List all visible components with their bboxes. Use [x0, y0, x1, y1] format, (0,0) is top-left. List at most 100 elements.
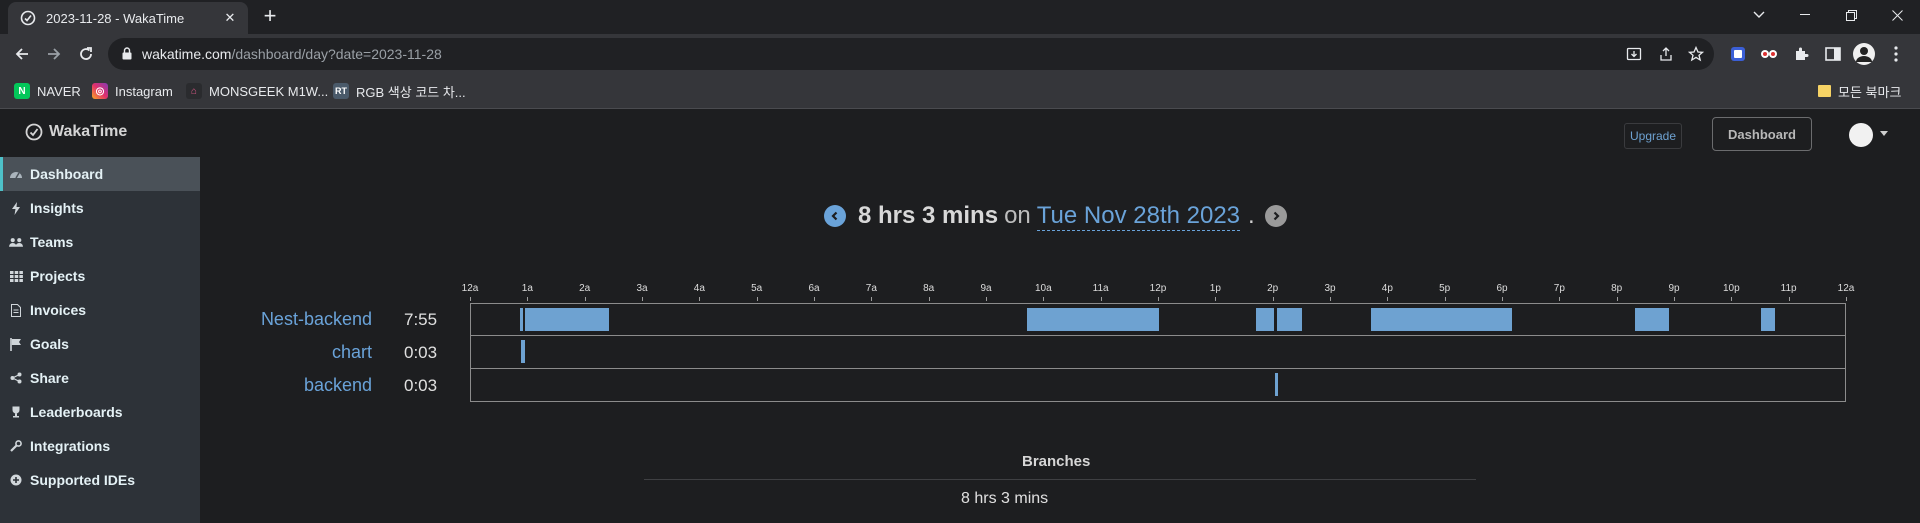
rgb-icon: RT — [333, 83, 349, 99]
logo-text: WakaTime — [49, 123, 128, 140]
chevron-down-icon[interactable] — [1880, 131, 1888, 136]
x-tick-mark — [1731, 297, 1733, 301]
x-tick-mark — [871, 297, 873, 301]
minimize-icon[interactable] — [1782, 0, 1828, 30]
wakatime-logo-icon — [25, 123, 43, 141]
close-window-icon[interactable] — [1874, 0, 1920, 30]
sidebar-item-integrations[interactable]: Integrations — [0, 429, 200, 463]
project-link[interactable]: backend — [0, 375, 372, 396]
sidebar-item-label: Insights — [30, 200, 84, 216]
x-tick-label: 5p — [1439, 283, 1451, 294]
project-timeline-chart: 12a 1a 2a 3a 4a 5a 6a 7a 8a 9a 10a 11a 12p 1p 2p 3p 4p 5p… — [0, 280, 1920, 410]
instagram-icon: ◎ — [92, 83, 108, 99]
session-bar[interactable] — [1634, 308, 1670, 331]
restore-icon[interactable] — [1828, 0, 1874, 30]
sidebar-item-dashboard[interactable]: Dashboard — [0, 157, 200, 191]
extensions-puzzle-icon[interactable] — [1790, 43, 1812, 65]
x-tick-label: 7p — [1553, 283, 1565, 294]
browser-tab[interactable]: 2023-11-28 - WakaTime ✕ — [8, 2, 248, 34]
branches-total: 8 hrs 3 mins — [961, 490, 1049, 507]
project-link[interactable]: chart — [0, 342, 372, 363]
bookmark-label: 모든 북마크 — [1838, 84, 1902, 100]
project-link[interactable]: Nest-backend — [0, 309, 372, 330]
x-tick-label: 9a — [980, 283, 992, 294]
wakatime-logo[interactable]: WakaTime — [25, 123, 127, 141]
sidebar-item-label: Teams — [30, 234, 74, 250]
sidebar-item-teams[interactable]: Teams — [0, 225, 200, 259]
x-tick-label: 2p — [1267, 283, 1279, 294]
install-app-icon[interactable] — [1626, 46, 1642, 62]
x-tick-label: 4p — [1381, 283, 1393, 294]
session-bar[interactable] — [519, 308, 523, 331]
extension-glasses-icon[interactable] — [1758, 43, 1780, 65]
timeline-lane — [470, 369, 1846, 402]
x-tick-label: 11a — [1092, 283, 1109, 294]
x-tick-label: 6p — [1496, 283, 1508, 294]
session-bar[interactable] — [1371, 308, 1512, 331]
user-avatar[interactable] — [1849, 123, 1873, 147]
browser-toolbar: wakatime.com/dashboard/day?date=2023-11-… — [0, 34, 1920, 74]
x-tick-label: 11p — [1780, 283, 1797, 294]
upgrade-button[interactable]: Upgrade — [1624, 123, 1682, 149]
x-tick-mark — [1330, 297, 1331, 301]
x-tick-label: 3p — [1324, 283, 1336, 294]
session-bar[interactable] — [1256, 308, 1274, 331]
x-tick-label: 10a — [1034, 283, 1052, 294]
tab-search-icon[interactable] — [1736, 0, 1782, 30]
x-tick-label: 5a — [751, 283, 763, 294]
next-day-icon[interactable] — [1264, 205, 1287, 227]
x-tick-mark — [756, 297, 758, 301]
monsgeek-icon: ⌂ — [186, 83, 202, 99]
x-tick-mark — [584, 297, 586, 301]
bookmark-instagram[interactable]: ◎ Instagram — [92, 82, 173, 100]
extension-shield-icon[interactable] — [1727, 43, 1749, 65]
url-text: wakatime.com/dashboard/day?date=2023-11-… — [142, 46, 442, 62]
session-bar[interactable] — [1274, 373, 1278, 396]
bookmark-monsgeek[interactable]: ⌂ MONSGEEK M1W... — [186, 82, 328, 100]
x-tick-mark — [699, 297, 701, 301]
session-bar[interactable] — [521, 340, 526, 363]
x-tick-label: 7a — [865, 283, 877, 294]
bookmark-naver[interactable]: N NAVER — [14, 82, 81, 100]
bookmark-label: MONSGEEK M1W... — [209, 83, 329, 99]
x-tick-mark — [1846, 297, 1847, 301]
bookmark-label: Instagram — [115, 83, 173, 99]
side-panel-icon[interactable] — [1822, 43, 1844, 65]
bookmark-rgb[interactable]: RT RGB 색상 코드 차... — [333, 82, 466, 100]
session-bar[interactable] — [1027, 308, 1159, 331]
sidebar-item-supported-ides[interactable]: Supported IDEs — [0, 463, 200, 497]
address-bar[interactable]: wakatime.com/dashboard/day?date=2023-11-… — [108, 38, 1714, 70]
session-bar[interactable] — [1276, 308, 1303, 331]
session-bar[interactable] — [525, 308, 609, 331]
reload-icon[interactable] — [74, 42, 98, 66]
dashboard-button[interactable]: Dashboard — [1712, 117, 1812, 151]
close-tab-icon[interactable]: ✕ — [222, 10, 238, 26]
x-tick-label: 10p — [1722, 283, 1740, 294]
all-bookmarks-folder[interactable]: 모든 북마크 — [1818, 82, 1901, 100]
back-icon[interactable] — [10, 42, 34, 66]
previous-day-icon[interactable] — [824, 205, 846, 227]
date-picker-link[interactable]: Tue Nov 28th 2023 — [1036, 202, 1241, 231]
dashboard-icon — [9, 167, 23, 181]
share-page-icon[interactable] — [1658, 46, 1674, 62]
x-tick-label: 8p — [1611, 283, 1623, 294]
period-text: . — [1248, 202, 1255, 229]
bookmark-star-icon[interactable] — [1688, 46, 1704, 62]
x-tick-mark — [1272, 297, 1274, 301]
x-tick-mark — [986, 297, 987, 301]
new-tab-icon[interactable]: + — [258, 4, 282, 28]
forward-icon[interactable] — [42, 42, 66, 66]
x-tick-label: 1a — [521, 283, 533, 294]
sidebar-item-insights[interactable]: Insights — [0, 191, 200, 225]
naver-icon: N — [14, 83, 30, 99]
x-tick-label: 1p — [1209, 283, 1221, 294]
branches-divider — [644, 479, 1476, 480]
browser-menu-icon[interactable] — [1885, 43, 1907, 65]
session-bar[interactable] — [1761, 308, 1776, 331]
users-icon — [9, 235, 23, 249]
lock-icon — [122, 47, 132, 60]
x-tick-mark — [470, 297, 471, 301]
profile-avatar-icon[interactable] — [1853, 43, 1875, 65]
sidebar-item-label: Supported IDEs — [30, 472, 136, 488]
x-tick-mark — [1100, 297, 1102, 301]
